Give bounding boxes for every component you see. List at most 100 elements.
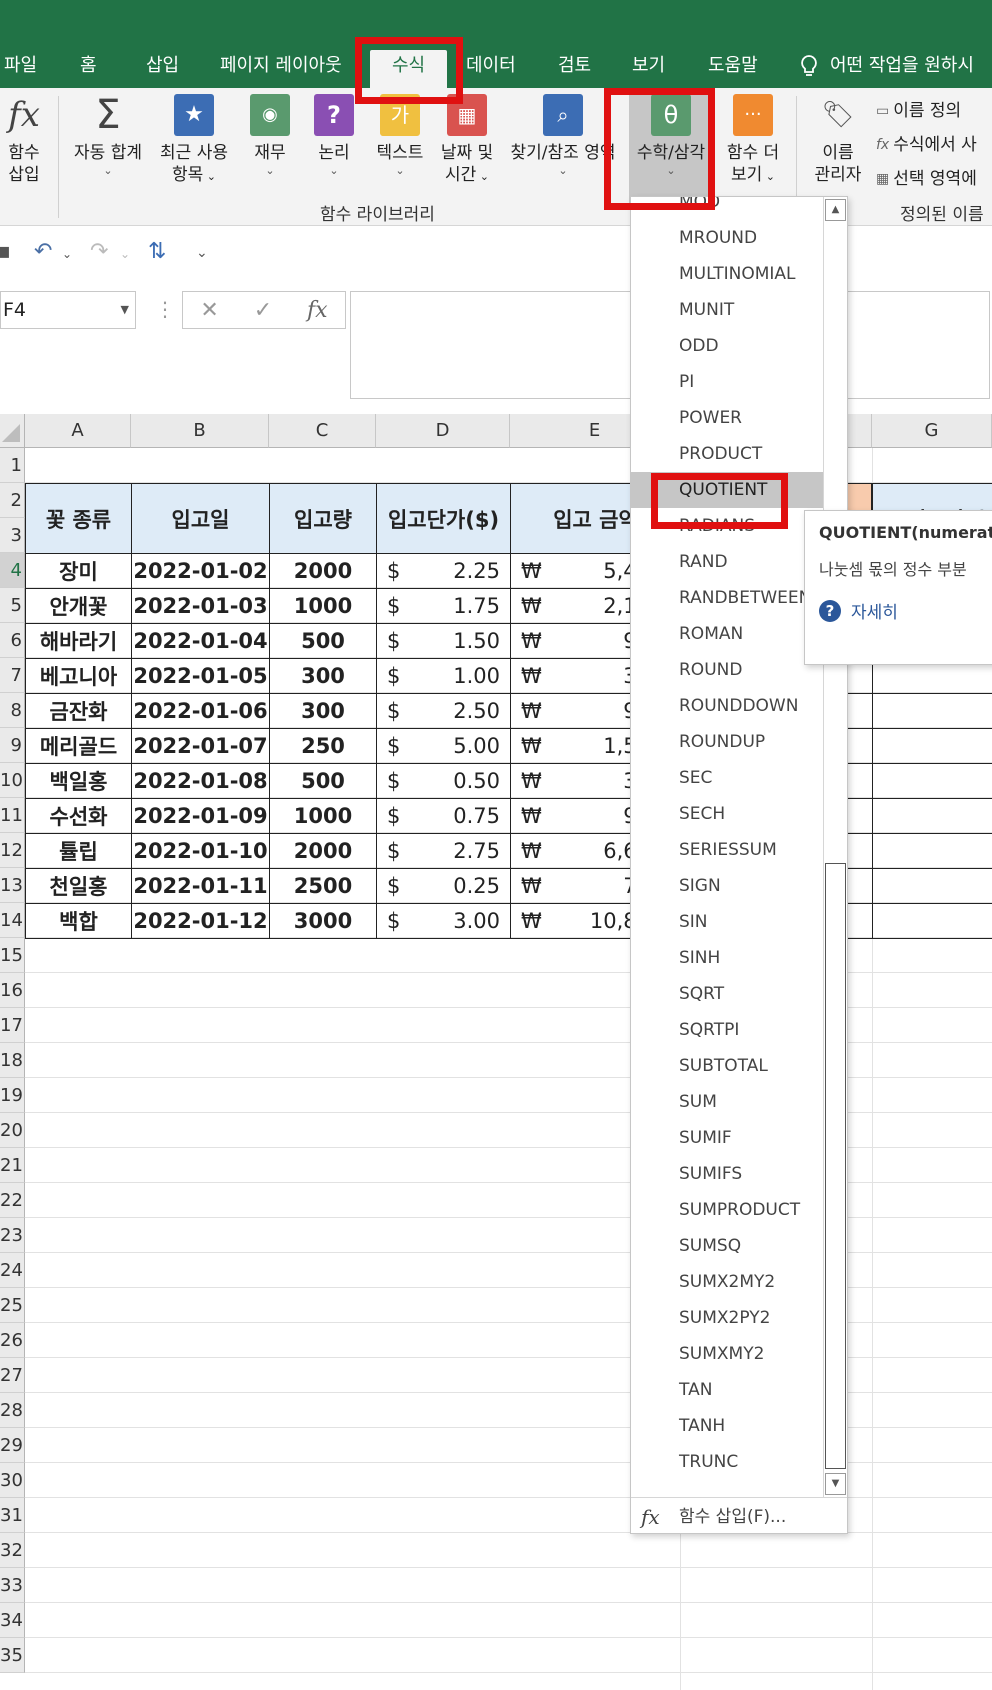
scroll-thumb[interactable] xyxy=(825,863,846,1469)
table-cell[interactable]: 천일홍 xyxy=(25,868,132,904)
row-header-24[interactable]: 24 xyxy=(0,1253,25,1288)
chevron-down-icon[interactable]: ⌄ xyxy=(62,247,72,261)
row-header-23[interactable]: 23 xyxy=(0,1218,25,1253)
table-cell[interactable]: 튤립 xyxy=(25,833,132,869)
function-item-tanh[interactable]: TANH xyxy=(631,1408,823,1444)
function-item-trunc[interactable]: TRUNC xyxy=(631,1444,823,1480)
table-cell[interactable]: 2022-01-04 xyxy=(131,623,270,659)
tooltip-more-link[interactable]: ? 자세히 xyxy=(819,598,989,623)
row-header-1[interactable]: 1 xyxy=(0,448,25,483)
scroll-down-icon[interactable]: ▼ xyxy=(825,1473,846,1495)
table-cell[interactable]: 안개꽃 xyxy=(25,588,132,624)
table-cell[interactable]: 300 xyxy=(269,693,377,729)
name-box[interactable]: F4 ▼ xyxy=(0,291,136,329)
select-all-corner[interactable] xyxy=(0,414,25,448)
function-item-sumx2py2[interactable]: SUMX2PY2 xyxy=(631,1300,823,1336)
function-item-subtotal[interactable]: SUBTOTAL xyxy=(631,1048,823,1084)
function-item-sumsq[interactable]: SUMSQ xyxy=(631,1228,823,1264)
chevron-down-icon[interactable]: ▼ xyxy=(121,292,129,328)
table-cell[interactable]: $1.75 xyxy=(376,588,511,624)
table-cell[interactable] xyxy=(872,868,992,904)
table-cell[interactable]: 300 xyxy=(269,658,377,694)
row-header-7[interactable]: 7 xyxy=(0,658,25,693)
table-cell[interactable]: 500 xyxy=(269,623,377,659)
tell-me-search[interactable]: 어떤 작업을 원하시 xyxy=(800,50,974,82)
function-item-roman[interactable]: ROMAN xyxy=(631,616,823,652)
header-flower-type[interactable]: 꽃 종류 xyxy=(25,483,132,554)
tab-help[interactable]: 도움말 xyxy=(708,50,758,88)
table-cell[interactable] xyxy=(872,798,992,834)
column-header-a[interactable]: A xyxy=(25,414,131,448)
autosum-button[interactable]: Σ 자동 합계 ⌄ xyxy=(68,94,148,178)
table-cell[interactable]: 250 xyxy=(269,728,377,764)
function-item-sumif[interactable]: SUMIF xyxy=(631,1120,823,1156)
table-cell[interactable]: $5.00 xyxy=(376,728,511,764)
table-cell[interactable]: 2022-01-12 xyxy=(131,903,270,939)
enter-check-icon[interactable]: ✓ xyxy=(254,298,272,323)
function-item-pi[interactable]: PI xyxy=(631,364,823,400)
tab-page-layout[interactable]: 페이지 레이아웃 xyxy=(220,50,342,88)
row-header-22[interactable]: 22 xyxy=(0,1183,25,1218)
recently-used-button[interactable]: ★ 최근 사용 항목 ⌄ xyxy=(154,94,234,188)
table-cell[interactable]: 베고니아 xyxy=(25,658,132,694)
function-item-seriessum[interactable]: SERIESSUM xyxy=(631,832,823,868)
undo-icon[interactable]: ↶ xyxy=(34,239,52,264)
create-from-selection-button[interactable]: ▦ 선택 영역에 xyxy=(876,162,977,196)
table-cell[interactable]: 1000 xyxy=(269,588,377,624)
function-item-roundup[interactable]: ROUNDUP xyxy=(631,724,823,760)
logical-button[interactable]: ? 논리 ⌄ xyxy=(312,94,356,178)
function-item-odd[interactable]: ODD xyxy=(631,328,823,364)
chevron-down-icon[interactable]: ⌄ xyxy=(120,247,130,261)
row-header-14[interactable]: 14 xyxy=(0,903,25,938)
function-item-sumx2my2[interactable]: SUMX2MY2 xyxy=(631,1264,823,1300)
table-cell[interactable]: 수선화 xyxy=(25,798,132,834)
function-item-sumproduct[interactable]: SUMPRODUCT xyxy=(631,1192,823,1228)
function-item-randbetween[interactable]: RANDBETWEEN xyxy=(631,580,823,616)
function-item-mround[interactable]: MROUND xyxy=(631,220,823,256)
insert-function-menu-item[interactable]: fx 함수 삽입(F)... xyxy=(631,1497,847,1533)
tab-insert[interactable]: 삽입 xyxy=(146,50,179,88)
row-header-28[interactable]: 28 xyxy=(0,1393,25,1428)
row-header-12[interactable]: 12 xyxy=(0,833,25,868)
function-item-munit[interactable]: MUNIT xyxy=(631,292,823,328)
use-in-formula-button[interactable]: fx 수식에서 사 xyxy=(876,128,977,162)
table-cell[interactable] xyxy=(872,693,992,729)
function-item-product[interactable]: PRODUCT xyxy=(631,436,823,472)
table-cell[interactable]: 백합 xyxy=(25,903,132,939)
table-cell[interactable]: 2022-01-09 xyxy=(131,798,270,834)
table-cell[interactable]: 2000 xyxy=(269,553,377,589)
dropdown-scrollbar[interactable]: ▲ ▼ xyxy=(823,197,847,1497)
define-name-button[interactable]: ▭ 이름 정의 xyxy=(876,94,977,128)
header-quantity[interactable]: 입고량 xyxy=(269,483,377,554)
row-header-33[interactable]: 33 xyxy=(0,1568,25,1603)
row-header-4[interactable]: 4 xyxy=(0,553,25,588)
row-header-8[interactable]: 8 xyxy=(0,693,25,728)
table-cell[interactable] xyxy=(872,763,992,799)
function-item-rand[interactable]: RAND xyxy=(631,544,823,580)
insert-function-button[interactable]: fx 함수 삽입 xyxy=(2,94,46,186)
table-cell[interactable]: 2022-01-10 xyxy=(131,833,270,869)
table-cell[interactable]: 500 xyxy=(269,763,377,799)
row-header-31[interactable]: 31 xyxy=(0,1498,25,1533)
tab-file[interactable]: 파일 xyxy=(4,50,37,88)
row-header-30[interactable]: 30 xyxy=(0,1463,25,1498)
table-cell[interactable]: 2022-01-06 xyxy=(131,693,270,729)
row-header-5[interactable]: 5 xyxy=(0,588,25,623)
row-header-25[interactable]: 25 xyxy=(0,1288,25,1323)
table-cell[interactable] xyxy=(872,903,992,939)
row-header-9[interactable]: 9 xyxy=(0,728,25,763)
insert-function-icon[interactable]: fx xyxy=(307,298,328,323)
header-unit-price[interactable]: 입고단가($) xyxy=(376,483,511,554)
row-header-32[interactable]: 32 xyxy=(0,1533,25,1568)
table-cell[interactable]: $2.75 xyxy=(376,833,511,869)
function-item-sec[interactable]: SEC xyxy=(631,760,823,796)
table-cell[interactable]: 3000 xyxy=(269,903,377,939)
function-item-rounddown[interactable]: ROUNDDOWN xyxy=(631,688,823,724)
cancel-icon[interactable]: ✕ xyxy=(200,298,218,323)
column-header-g[interactable]: G xyxy=(872,414,992,448)
column-header-d[interactable]: D xyxy=(376,414,510,448)
function-item-tan[interactable]: TAN xyxy=(631,1372,823,1408)
row-header-11[interactable]: 11 xyxy=(0,798,25,833)
function-item-round[interactable]: ROUND xyxy=(631,652,823,688)
table-cell[interactable]: $1.50 xyxy=(376,623,511,659)
